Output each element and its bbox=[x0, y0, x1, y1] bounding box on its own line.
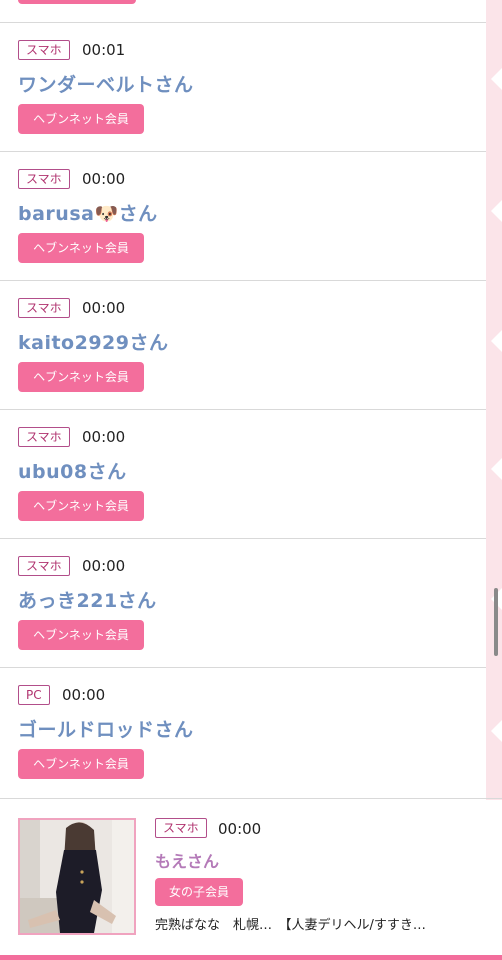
visit-time: 00:00 bbox=[82, 170, 126, 188]
visit-time: 00:00 bbox=[62, 686, 106, 704]
list-item[interactable]: スマホ 00:00 あっき221さん ヘブンネット会員 bbox=[0, 538, 486, 667]
list-item[interactable]: スマホ 00:01 ワンダーベルトさん ヘブンネット会員 bbox=[0, 22, 486, 151]
member-badge: ヘブンネット会員 bbox=[18, 491, 144, 521]
profile-photo[interactable] bbox=[18, 818, 136, 935]
device-tag: スマホ bbox=[18, 298, 70, 318]
list-item[interactable]: スマホ 00:00 barusa🐶さん ヘブンネット会員 bbox=[0, 151, 486, 280]
side-decoration bbox=[486, 0, 502, 800]
member-badge: ヘブンネット会員 bbox=[18, 362, 144, 392]
member-badge: ヘブンネット会員 bbox=[18, 104, 144, 134]
device-tag: PC bbox=[18, 685, 50, 705]
device-tag: スマホ bbox=[18, 169, 70, 189]
visitor-name[interactable]: ワンダーベルトさん bbox=[18, 70, 194, 97]
member-badge: ヘブンネット会員 bbox=[18, 620, 144, 650]
member-badge: ヘブンネット会員 bbox=[18, 749, 144, 779]
woman-photo-icon bbox=[20, 820, 134, 933]
visitor-name[interactable]: ubu08さん bbox=[18, 457, 127, 484]
girl-name[interactable]: もえさん bbox=[155, 848, 219, 872]
device-tag: スマホ bbox=[18, 40, 70, 60]
visit-time: 00:01 bbox=[82, 41, 126, 59]
previous-item-badge-stub bbox=[18, 0, 136, 4]
scrollbar[interactable] bbox=[494, 588, 498, 656]
visitor-name[interactable]: barusa🐶さん bbox=[18, 199, 158, 226]
featured-girl-item[interactable]: スマホ 00:00 もえさん 女の子会員 完熟ばなな 札幌… 【人妻デリヘル/す… bbox=[0, 799, 502, 960]
visit-time: 00:00 bbox=[82, 428, 126, 446]
visit-time: 00:00 bbox=[82, 299, 126, 317]
shop-name[interactable]: 完熟ばなな 札幌… 【人妻デリヘル/すすき… bbox=[155, 914, 485, 933]
list-item[interactable]: PC 00:00 ゴールドロッドさん ヘブンネット会員 bbox=[0, 667, 486, 796]
footer-accent-bar bbox=[0, 955, 502, 960]
device-tag: スマホ bbox=[18, 427, 70, 447]
visit-time: 00:00 bbox=[82, 557, 126, 575]
girl-member-badge: 女の子会員 bbox=[155, 878, 243, 906]
visitor-name[interactable]: あっき221さん bbox=[18, 586, 157, 613]
visitor-list: スマホ 00:01 ワンダーベルトさん ヘブンネット会員 スマホ 00:00 b… bbox=[0, 22, 486, 796]
list-item[interactable]: スマホ 00:00 ubu08さん ヘブンネット会員 bbox=[0, 409, 486, 538]
device-tag: スマホ bbox=[155, 818, 207, 838]
visit-time: 00:00 bbox=[218, 820, 262, 838]
list-item[interactable]: スマホ 00:00 kaito2929さん ヘブンネット会員 bbox=[0, 280, 486, 409]
device-tag: スマホ bbox=[18, 556, 70, 576]
visitor-name[interactable]: ゴールドロッドさん bbox=[18, 715, 194, 742]
visitor-name[interactable]: kaito2929さん bbox=[18, 328, 169, 355]
member-badge: ヘブンネット会員 bbox=[18, 233, 144, 263]
